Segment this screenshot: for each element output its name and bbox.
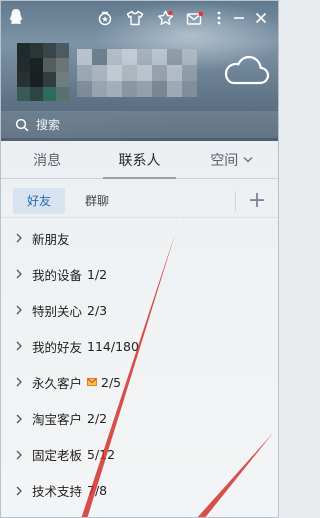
group-name: 新朋友 [32,231,70,247]
chevron-right-icon [16,414,22,423]
tab-label: 消息 [33,152,62,169]
subtab-label: 好友 [27,194,52,208]
group-item[interactable]: 新朋友 [1,220,278,256]
chevron-right-icon [16,486,22,496]
app-logo-icon [9,9,23,24]
subtab-friends[interactable]: 好友 [13,187,66,214]
search-icon [15,118,29,131]
group-name: 永久客户 [32,375,83,391]
group-name: 我的好友 [32,339,83,355]
chevron-right-icon [16,377,22,387]
mail-icon[interactable] [180,7,210,29]
tab-messages[interactable]: 消息 [1,141,93,178]
envelope-icon [87,378,98,387]
star-icon[interactable] [150,7,180,29]
group-item[interactable]: 技术支持 7/8 [1,473,278,509]
group-name: 固定老板 [32,448,83,464]
group-count: 1/2 [87,266,108,282]
group-item[interactable]: 我的设备 1/2 [1,256,278,292]
contact-subtabs: 好友 群聊 + [1,184,278,218]
chevron-right-icon [16,233,22,243]
group-count: 114/180 [87,338,139,354]
avatar[interactable] [17,43,69,101]
chevron-right-icon [16,450,22,460]
group-count: 2/5 [101,374,122,390]
group-count: 2/2 [87,411,108,427]
subtab-groups[interactable]: 群聊 [71,188,123,214]
group-count: 2/3 [87,302,108,318]
friend-groups-list: 新朋友 我的设备 1/2 特别关心 2/3 我的好友 114/180 永久客户 … [1,220,278,509]
divider [235,191,236,211]
more-icon[interactable] [210,7,228,29]
tshirt-icon[interactable] [120,7,150,29]
cloud-icon[interactable] [222,53,270,87]
chevron-right-icon [16,341,22,351]
close-icon[interactable] [250,7,272,29]
profile-header [1,1,278,141]
search-bar[interactable] [1,111,278,138]
tab-label: 联系人 [118,152,161,169]
contacts-window: 消息 联系人 空间 好友 群聊 + 新朋友 我的设备 1/2 特别关心 2/3 … [0,0,279,518]
tab-contacts[interactable]: 联系人 [93,141,185,179]
group-count: 5/12 [87,447,116,463]
group-item[interactable]: 永久客户 2/5 [1,364,278,400]
tab-qzone[interactable]: 空间 [186,141,278,178]
group-item[interactable]: 特别关心 2/3 [1,292,278,328]
group-name: 技术支持 [32,484,83,500]
group-name: 特别关心 [32,303,83,319]
group-count: 7/8 [87,483,108,499]
minimize-icon[interactable] [228,7,250,29]
search-input[interactable] [36,117,236,132]
qzone-star-badge-icon[interactable] [90,7,120,29]
subtab-label: 群聊 [85,194,110,208]
chevron-down-icon [243,157,253,163]
tab-label: 空间 [210,152,239,169]
title-bar[interactable] [1,1,278,33]
chevron-right-icon [16,269,22,279]
nickname-blurred [77,49,199,97]
group-item[interactable]: 我的好友 114/180 [1,328,278,364]
add-button[interactable]: + [244,189,270,213]
main-tabs: 消息 联系人 空间 [1,141,278,179]
chevron-right-icon [16,305,22,315]
group-item[interactable]: 固定老板 5/12 [1,437,278,473]
group-item[interactable]: 淘宝客户 2/2 [1,400,278,436]
group-name: 我的设备 [32,267,83,283]
group-name: 淘宝客户 [32,412,83,428]
